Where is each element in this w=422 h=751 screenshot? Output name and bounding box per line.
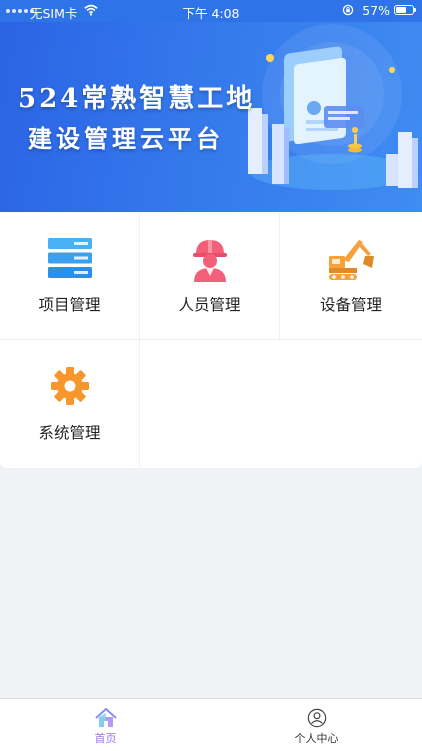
menu-item-label: 人员管理 — [178, 296, 241, 314]
menu-item-project-management[interactable]: 项目管理 — [0, 212, 140, 340]
smart-city-illustration-icon — [248, 24, 418, 190]
tab-profile[interactable]: 个人中心 — [211, 699, 422, 751]
user-icon — [307, 708, 326, 728]
battery-icon — [394, 5, 416, 15]
clock-time: 下午 4:08 — [182, 6, 240, 21]
tab-home[interactable]: 首页 — [0, 699, 211, 751]
home-icon — [94, 708, 117, 727]
menu-grid: 项目管理 人员管理 设备管理 系统管理 — [0, 212, 422, 468]
banner-title-line1: 524常熟智慧工地 — [18, 84, 256, 114]
tab-label: 首页 — [94, 732, 117, 745]
battery-percent: 57% — [362, 3, 390, 18]
list-icon — [47, 238, 92, 278]
status-bar: 无SIM卡 下午 4:08 57% — [0, 0, 422, 22]
rotation-lock-icon — [342, 4, 354, 16]
excavator-icon — [329, 240, 374, 280]
tab-label: 个人中心 — [294, 732, 339, 745]
worker-icon — [192, 240, 227, 282]
menu-item-label: 设备管理 — [319, 296, 382, 314]
menu-item-personnel-management[interactable]: 人员管理 — [140, 212, 280, 340]
menu-item-equipment-management[interactable]: 设备管理 — [280, 212, 422, 340]
bottom-tab-bar: 首页 个人中心 — [0, 698, 422, 751]
menu-item-system-management[interactable]: 系统管理 — [0, 340, 140, 468]
gear-icon — [50, 367, 89, 405]
banner-title-line2: 建设管理云平台 — [28, 124, 224, 153]
menu-item-label: 项目管理 — [38, 296, 101, 314]
menu-item-label: 系统管理 — [38, 424, 101, 442]
hero-banner: 524常熟智慧工地 建设管理云平台 — [0, 22, 422, 212]
